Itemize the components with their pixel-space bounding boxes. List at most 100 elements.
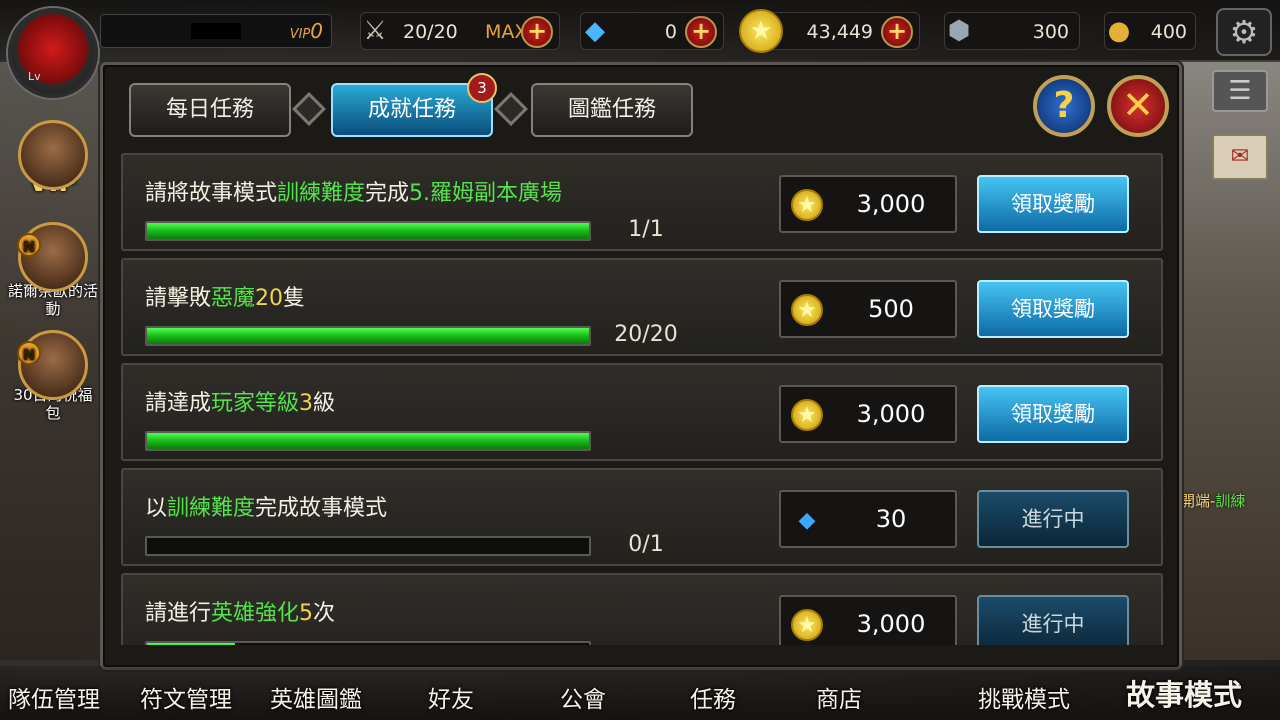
- vip-level: VIP0: [290, 19, 323, 43]
- quest-reward: ★ 3,000: [779, 595, 957, 645]
- nav-guild[interactable]: 公會: [560, 680, 606, 714]
- mail-icon[interactable]: ✉: [1212, 134, 1268, 180]
- quest-title-part: 完成: [365, 181, 410, 206]
- tab-label: 圖鑑任務: [567, 97, 656, 122]
- stamina-value: 20/20: [403, 21, 458, 43]
- nav-friends[interactable]: 好友: [428, 680, 474, 714]
- event-button-2[interactable]: N 30日的祝福包: [8, 330, 98, 422]
- close-icon[interactable]: ✕: [1107, 75, 1169, 137]
- quest-title: 請擊敗惡魔20隻: [145, 280, 305, 312]
- tab-collection-quests[interactable]: 圖鑑任務: [531, 83, 693, 137]
- stamina-resource: ⚔ 20/20 MAX +: [360, 12, 560, 50]
- quest-progress-bar: [145, 536, 591, 556]
- nav-hero-collection[interactable]: 英雄圖鑑: [270, 680, 362, 714]
- in-progress-button[interactable]: 進行中: [977, 595, 1129, 645]
- add-stamina-button[interactable]: +: [521, 16, 553, 48]
- quest-title-part: 訓練難度: [277, 181, 366, 206]
- nav-quests[interactable]: 任務: [690, 680, 736, 714]
- event-button-1[interactable]: N 諾爾奈歐的活動: [8, 222, 98, 318]
- level-label: Lv: [28, 70, 41, 83]
- gems-value: 0: [664, 21, 677, 43]
- claim-reward-button[interactable]: 領取獎勵: [977, 385, 1129, 443]
- reward-amount: 30: [875, 505, 907, 533]
- nav-label: 公會: [560, 687, 606, 713]
- nav-rune-management[interactable]: 符文管理: [140, 680, 232, 714]
- quest-progress-bar: [145, 221, 591, 241]
- nav-label: 符文管理: [140, 687, 232, 713]
- quest-progress-fill: [147, 643, 236, 645]
- tab-daily-quests[interactable]: 每日任務: [129, 83, 291, 137]
- claim-reward-button[interactable]: 領取獎勵: [977, 280, 1129, 338]
- new-badge: N: [17, 341, 41, 365]
- quest-title-part: 次: [313, 601, 336, 626]
- nav-shop[interactable]: 商店: [816, 680, 862, 714]
- event-portrait-2: N: [17, 330, 88, 400]
- gem-icon: ◆: [585, 16, 605, 46]
- claim-reward-button[interactable]: 領取獎勵: [977, 175, 1129, 233]
- nav-story-mode[interactable]: 故事模式: [1126, 672, 1242, 714]
- quest-title-part: 5: [299, 601, 314, 626]
- tab-divider: [494, 92, 528, 126]
- in-progress-button[interactable]: 進行中: [977, 490, 1129, 548]
- stage-tag-highlight: 訓練: [1215, 492, 1246, 510]
- tab-divider: [292, 92, 326, 126]
- quest-row: 請擊敗惡魔20隻 20/20 ★ 500 領取獎勵: [121, 258, 1163, 356]
- quest-reward: ◆ 30: [779, 490, 957, 548]
- gem-icon: ◆: [798, 507, 816, 533]
- quest-reward: ★ 3,000: [779, 385, 957, 443]
- quest-list[interactable]: 請將故事模式訓練難度完成5.羅姆副本廣場 1/1 ★ 3,000 領取獎勵 請擊敗惡魔20…: [121, 153, 1163, 645]
- quest-progress-bar: [145, 431, 591, 451]
- quest-row: 以訓練難度完成故事模式 0/1 ◆ 30 進行中: [121, 468, 1163, 566]
- quest-title-part: 5.羅姆副本廣場: [409, 181, 563, 206]
- quest-title: 以訓練難度完成故事模式: [145, 490, 387, 522]
- player-name-redacted: [191, 23, 241, 39]
- sword-icon: ⚔: [363, 16, 387, 46]
- quest-title-part: 請擊敗: [145, 286, 212, 311]
- nav-team-management[interactable]: 隊伍管理: [8, 680, 100, 714]
- stage-tag[interactable]: 開端-訓練: [1180, 490, 1270, 518]
- quest-title: 請將故事模式訓練難度完成5.羅姆副本廣場: [145, 175, 562, 207]
- quest-progress-text: 1/1: [628, 217, 664, 242]
- player-avatar[interactable]: Lv: [8, 8, 98, 98]
- quest-title-part: 20: [255, 286, 284, 311]
- help-icon[interactable]: ?: [1033, 75, 1095, 137]
- vip-value: 0: [310, 19, 323, 43]
- vip-event-button[interactable]: VIP: [8, 120, 98, 198]
- quest-title-part: 級: [313, 391, 336, 416]
- quest-reward: ★ 3,000: [779, 175, 957, 233]
- reward-amount: 3,000: [856, 610, 926, 638]
- gold-resource: ★ 43,449 +: [739, 9, 920, 53]
- coin-icon: ★: [791, 189, 823, 221]
- quest-progress-bar: [145, 326, 591, 346]
- tab-achievement-quests[interactable]: 成就任務 3: [331, 73, 497, 137]
- vip-label: VIP: [289, 27, 311, 42]
- nav-label: 商店: [816, 687, 862, 713]
- vip-portrait: [18, 120, 88, 190]
- cookie-icon: ●: [1107, 16, 1131, 46]
- quest-title-part: 隻: [283, 286, 306, 311]
- tab-label: 成就任務: [367, 97, 456, 122]
- notification-badge: 3: [467, 73, 497, 103]
- add-gems-button[interactable]: +: [685, 16, 717, 48]
- nav-label: 好友: [428, 687, 474, 713]
- add-gold-button[interactable]: +: [881, 16, 913, 48]
- top-bar: VIP0 ⚔ 20/20 MAX + ◆ 0 + ★ 43,449 + ⬢ 30…: [0, 0, 1280, 62]
- quest-progress-fill: [147, 328, 589, 344]
- nav-label: 隊伍管理: [8, 687, 100, 713]
- quest-title: 請進行英雄強化5次: [145, 595, 335, 627]
- token-icon: ⬢: [947, 16, 971, 46]
- coin-icon: ★: [791, 399, 823, 431]
- quest-row: 請將故事模式訓練難度完成5.羅姆副本廣場 1/1 ★ 3,000 領取獎勵: [121, 153, 1163, 251]
- quest-title-part: 3: [299, 391, 314, 416]
- nav-label: 挑戰模式: [978, 687, 1070, 713]
- quest-reward: ★ 500: [779, 280, 957, 338]
- new-badge: N: [17, 233, 41, 257]
- reward-amount: 3,000: [856, 400, 926, 428]
- quest-title-part: 惡魔: [211, 286, 256, 311]
- quest-title-part: 請達成: [145, 391, 212, 416]
- quest-title-part: 英雄強化: [211, 601, 300, 626]
- nav-challenge-mode[interactable]: 挑戰模式: [978, 680, 1070, 714]
- chat-icon[interactable]: ☰: [1212, 70, 1268, 112]
- settings-gear-icon[interactable]: ⚙: [1216, 8, 1272, 56]
- quest-progress-text: 0/1: [628, 532, 664, 557]
